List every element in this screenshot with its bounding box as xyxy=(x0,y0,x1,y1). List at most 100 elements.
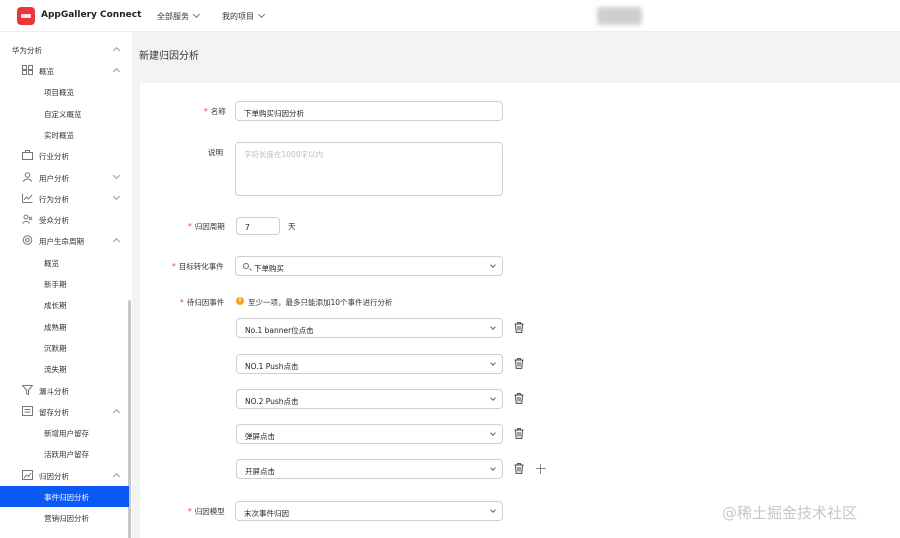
trash-icon[interactable] xyxy=(514,393,524,404)
model-label-text: 归因模型 xyxy=(194,507,225,516)
pending-event-value: 开屏点击 xyxy=(245,467,275,476)
sidebar-item-3[interactable]: 实时概览 xyxy=(0,124,132,145)
sidebar-item-4[interactable]: 行业分析 xyxy=(0,145,132,166)
trash-icon[interactable] xyxy=(514,463,524,474)
search-icon xyxy=(243,263,249,269)
sidebar-item-13[interactable]: 沉默期 xyxy=(0,337,132,358)
sidebar-item-6[interactable]: 行为分析 xyxy=(0,188,132,209)
name-input[interactable]: 下单购买归因分析 xyxy=(235,101,503,121)
sidebar-item-21[interactable]: 营销归因分析 xyxy=(0,507,132,528)
chevron-down-icon xyxy=(192,10,201,19)
plus-icon[interactable] xyxy=(536,464,546,474)
sidebar-item-label: 成熟期 xyxy=(44,322,67,332)
sidebar-item-5[interactable]: 用户分析 xyxy=(0,167,132,188)
sidebar-item-label: 项目概览 xyxy=(44,88,74,98)
chevron-down-icon xyxy=(490,465,496,471)
pending-event-value: NO.2 Push点击 xyxy=(245,397,299,406)
sidebar-item-2[interactable]: 自定义概览 xyxy=(0,103,132,124)
sidebar-item-10[interactable]: 新手期 xyxy=(0,273,132,294)
sidebar-item-12[interactable]: 成熟期 xyxy=(0,316,132,337)
chevron-down-icon xyxy=(490,430,496,436)
chevron-down-icon xyxy=(490,507,496,513)
page-header xyxy=(132,32,900,78)
model-value: 末次事件归因 xyxy=(244,509,289,518)
period-label-text: 归因周期 xyxy=(194,222,225,231)
required-mark: * xyxy=(188,507,192,516)
pending-label-text: 待归因事件 xyxy=(186,298,225,307)
nav-all-services[interactable]: 全部服务 xyxy=(157,10,201,22)
audience-icon xyxy=(22,214,33,224)
sidebar-item-14[interactable]: 流失期 xyxy=(0,358,132,379)
sidebar-item-label: 流失期 xyxy=(44,365,67,375)
sidebar-item-1[interactable]: 项目概览 xyxy=(0,81,132,102)
pending-event-select[interactable]: NO.1 Push点击 xyxy=(236,354,503,374)
sidebar-item-active[interactable]: 事件归因分析 xyxy=(0,486,129,507)
sidebar-item-17[interactable]: 新增用户留存 xyxy=(0,422,132,443)
target-label-text: 目标转化事件 xyxy=(178,262,224,271)
sidebar-item-8[interactable]: 用户生命周期 xyxy=(0,230,132,251)
chevron-down-icon xyxy=(490,262,496,268)
nav-my-projects[interactable]: 我的项目 xyxy=(222,10,266,22)
sidebar-section-label: 华为分析 xyxy=(12,46,42,55)
sidebar-item-label: 事件归因分析 xyxy=(44,493,89,502)
pending-event-select[interactable]: 弹屏点击 xyxy=(236,424,503,444)
page-title: 新建归因分析 xyxy=(139,51,199,62)
target-event-select[interactable]: 下单购买 xyxy=(235,256,503,276)
sidebar-item-label: 行为分析 xyxy=(39,194,69,204)
model-select[interactable]: 末次事件归因 xyxy=(235,501,503,521)
trash-icon[interactable] xyxy=(514,428,524,439)
desc-placeholder: 字符长度在1000字以内 xyxy=(244,150,324,159)
period-input[interactable]: 7 xyxy=(236,217,280,235)
chevron-down-icon xyxy=(112,171,121,179)
required-mark: * xyxy=(204,107,208,116)
chevron-down-icon xyxy=(490,395,496,401)
pending-event-select[interactable]: No.1 banner位点击 xyxy=(236,318,503,338)
sidebar-item-label: 用户生命周期 xyxy=(39,237,84,247)
sidebar-item-11[interactable]: 成长期 xyxy=(0,294,132,315)
sidebar-item-18[interactable]: 活跃用户留存 xyxy=(0,443,132,464)
required-mark: * xyxy=(188,222,192,231)
required-mark: * xyxy=(180,298,184,307)
trash-icon[interactable] xyxy=(514,358,524,369)
sidebar-item-label: 新增用户留存 xyxy=(44,429,89,439)
app-logo[interactable] xyxy=(17,7,35,25)
sidebar-item-label: 归因分析 xyxy=(39,471,69,481)
top-bar: AppGallery Connect 全部服务 我的项目 xyxy=(0,0,900,32)
sidebar-item-label: 概览 xyxy=(39,67,54,76)
sidebar-item-label: 活跃用户留存 xyxy=(44,450,89,460)
name-label: * 名称 xyxy=(204,106,226,117)
app-title[interactable]: AppGallery Connect xyxy=(41,10,141,20)
sidebar-item-9[interactable]: 概览 xyxy=(0,252,132,273)
sidebar-item-label: 自定义概览 xyxy=(44,109,82,119)
funnel-icon xyxy=(21,384,34,395)
sidebar-item-7[interactable]: 受众分析 xyxy=(0,209,132,230)
sidebar-item-label: 受众分析 xyxy=(39,216,69,226)
user-icon xyxy=(22,171,33,182)
sidebar-item-label: 行业分析 xyxy=(39,152,69,162)
sidebar-item-15[interactable]: 漏斗分析 xyxy=(0,380,132,401)
sidebar-item-label: 成长期 xyxy=(44,301,67,311)
sidebar-item-label: 漏斗分析 xyxy=(39,386,69,396)
pending-event-select[interactable]: 开屏点击 xyxy=(236,459,503,479)
sidebar-item-label: 沉默期 xyxy=(44,343,67,353)
watermark: @稀土掘金技术社区 xyxy=(722,504,858,522)
target-event-value: 下单购买 xyxy=(254,264,284,273)
pending-event-value: NO.1 Push点击 xyxy=(245,362,299,371)
attribution-icon xyxy=(22,469,33,480)
desc-label: 说明 xyxy=(208,148,223,157)
sidebar-item-0[interactable]: 概览 xyxy=(0,60,132,81)
required-mark: * xyxy=(172,262,176,271)
sidebar-item-label: 用户分析 xyxy=(39,173,69,183)
sidebar-item-19[interactable]: 归因分析 xyxy=(0,465,132,486)
account-avatar[interactable] xyxy=(597,7,642,25)
chevron-up-icon xyxy=(112,46,121,55)
chevron-up-icon xyxy=(112,67,121,76)
period-label: * 归因周期 xyxy=(188,221,225,232)
pending-event-select[interactable]: NO.2 Push点击 xyxy=(236,389,503,409)
sidebar-item-16[interactable]: 留存分析 xyxy=(0,401,132,422)
trash-icon[interactable] xyxy=(514,322,524,333)
sidebar-section-huawei-analytics[interactable]: 华为分析 xyxy=(0,39,132,60)
desc-textarea[interactable]: 字符长度在1000字以内 xyxy=(235,142,503,196)
target-label: * 目标转化事件 xyxy=(172,261,224,272)
nav-my-projects-label: 我的项目 xyxy=(222,12,254,21)
